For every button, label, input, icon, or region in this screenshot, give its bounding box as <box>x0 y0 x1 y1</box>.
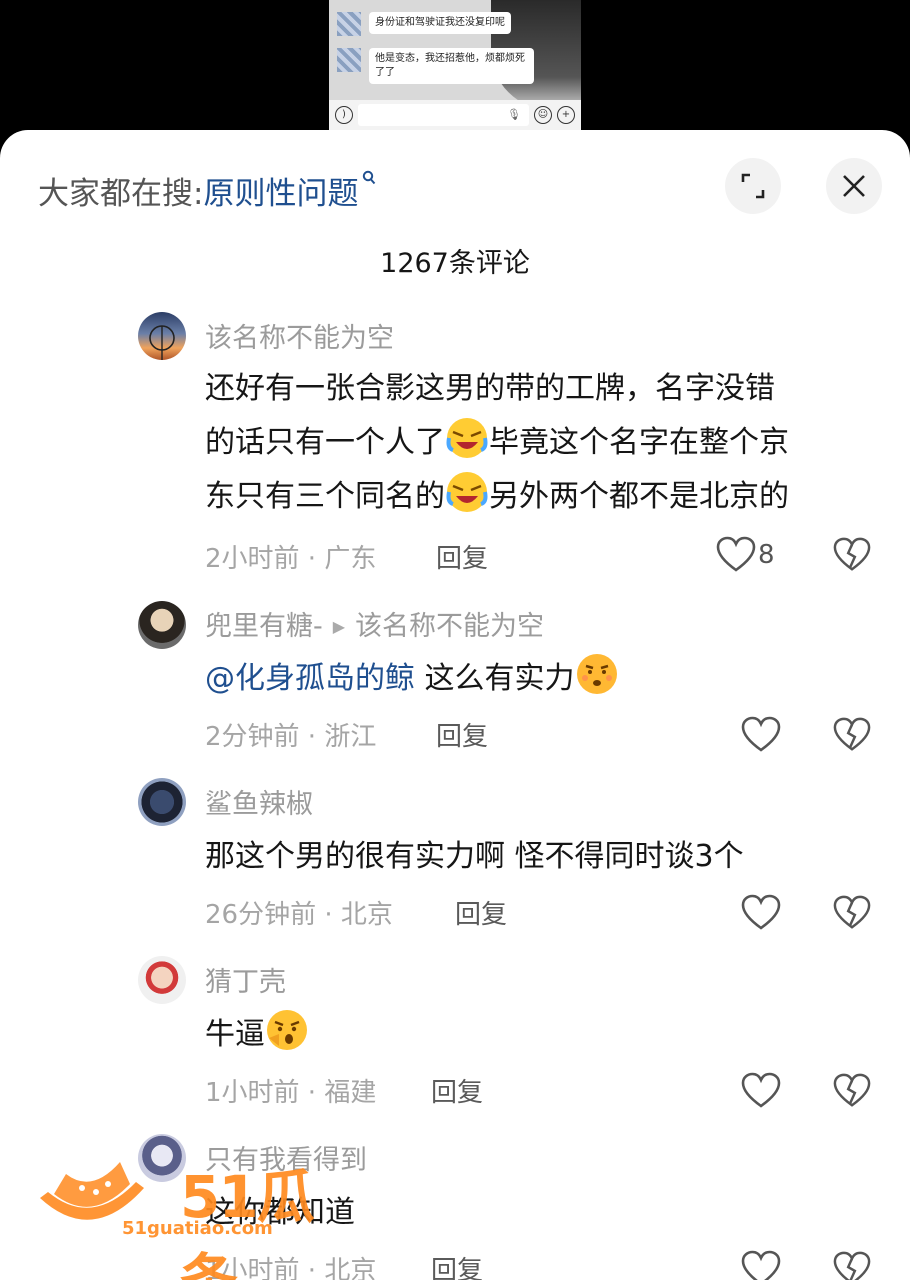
search-suggestion[interactable]: 大家都在搜: 原则性问题 <box>38 168 376 213</box>
dislike-button[interactable] <box>833 716 871 758</box>
reply-button[interactable]: 回复 <box>431 1072 483 1109</box>
close-button[interactable] <box>826 158 882 214</box>
close-icon <box>843 175 865 197</box>
comment-time-location: 2分钟前 · 浙江 <box>205 722 377 752</box>
comment-text-line: 还好有一张合影这男的带的工牌，名字没错 <box>205 371 775 406</box>
comment-text-line: 这么有实力 <box>424 661 575 696</box>
search-keyword[interactable]: 原则性问题 <box>203 168 358 213</box>
laughing-crying-emoji-icon <box>445 470 489 514</box>
chat-bubble: 身份证和驾驶证我还没复印呢 <box>369 12 511 34</box>
dislike-button[interactable] <box>833 894 871 936</box>
avatar <box>337 48 361 72</box>
plus-icon: + <box>557 106 575 124</box>
expand-button[interactable] <box>725 158 781 214</box>
avatar[interactable] <box>138 778 186 826</box>
comment-text-line: 另外两个都不是北京的 <box>489 479 789 514</box>
avatar[interactable] <box>138 956 186 1004</box>
comment-time-location: 1小时前 · 福建 <box>205 1078 377 1108</box>
comment-sheet: 大家都在搜: 原则性问题 1267条评论 该名称不能为空 还好有一张合影这男的带… <box>0 130 910 1280</box>
comment-username[interactable]: 鲨鱼辣椒 <box>205 782 313 821</box>
comment-text: 还好有一张合影这男的带的工牌，名字没错 的话只有一个人了 毕竟这个名字在整个京 东… <box>205 362 875 524</box>
like-button[interactable] <box>741 1072 781 1110</box>
comment-username[interactable]: 该名称不能为空 <box>205 316 394 355</box>
watermark: 51瓜条 51guatiao.com <box>32 1150 332 1280</box>
comment-username[interactable]: 猜丁壳 <box>205 960 286 999</box>
mic-icon: 🎙 <box>507 108 521 121</box>
watermark-url: 51guatiao.com <box>122 1218 273 1239</box>
search-prefix: 大家都在搜: <box>38 176 204 212</box>
comment-time-location: 26分钟前 · 北京 <box>205 900 393 930</box>
chat-input-bar: ) 🎙 ☺ + <box>329 100 581 130</box>
broken-heart-icon <box>833 895 871 929</box>
comment-text-line: 的话只有一个人了 <box>205 425 445 460</box>
comment-text: 牛逼 <box>205 1008 875 1062</box>
like-button[interactable] <box>741 894 781 932</box>
heart-icon <box>741 1072 781 1108</box>
dislike-button[interactable] <box>833 536 871 578</box>
like-button[interactable] <box>741 1250 781 1280</box>
avatar <box>337 12 361 36</box>
broken-heart-icon <box>833 1251 871 1280</box>
dislike-button[interactable] <box>833 1072 871 1114</box>
avatar[interactable] <box>138 601 186 649</box>
comment-username[interactable]: 兜里有糖- ▶ 该名称不能为空 <box>205 604 544 643</box>
reply-to-username[interactable]: 该名称不能为空 <box>355 611 544 642</box>
comment-text-line: 东只有三个同名的 <box>205 479 445 514</box>
comment-count: 1267条评论 <box>380 248 530 279</box>
reply-button[interactable]: 回复 <box>436 716 488 753</box>
chat-bubble: 他是变态，我还招惹他，烦都烦死了了 <box>369 48 534 84</box>
chat-message: 他是变态，我还招惹他，烦都烦死了了 <box>337 48 534 84</box>
comment-time-location: 2小时前 · 广东 <box>205 544 377 574</box>
video-preview[interactable]: 身份证和驾驶证我还没复印呢 他是变态，我还招惹他，烦都烦死了了 ) 🎙 ☺ + <box>329 0 581 130</box>
broken-heart-icon <box>833 537 871 571</box>
reply-button[interactable]: 回复 <box>436 538 488 575</box>
dislike-button[interactable] <box>833 1250 871 1280</box>
mention-link[interactable]: @化身孤岛的鲸 <box>205 661 415 696</box>
chat-input-field: 🎙 <box>358 104 529 126</box>
voice-icon: ) <box>335 106 353 124</box>
avatar[interactable] <box>138 312 186 360</box>
comment-text: @化身孤岛的鲸 这么有实力 <box>205 652 875 706</box>
broken-heart-icon <box>833 717 871 751</box>
heart-icon <box>741 894 781 930</box>
laughing-crying-emoji-icon <box>445 416 489 460</box>
comment-username-text[interactable]: 兜里有糖- <box>205 611 323 642</box>
like-button[interactable] <box>741 716 781 754</box>
reply-arrow-icon: ▶ <box>332 617 346 636</box>
search-icon <box>362 170 376 190</box>
comment-text-line: 毕竟这个名字在整个京 <box>489 425 789 460</box>
chat-message: 身份证和驾驶证我还没复印呢 <box>337 12 511 36</box>
like-count: 8 <box>758 540 775 570</box>
smirk-emoji-icon <box>575 652 619 696</box>
shocked-emoji-icon <box>265 1008 309 1052</box>
reply-button[interactable]: 回复 <box>455 894 507 931</box>
heart-icon <box>741 716 781 752</box>
expand-icon <box>741 173 765 199</box>
reply-button[interactable]: 回复 <box>431 1250 483 1280</box>
comment-text-line: 牛逼 <box>205 1017 265 1052</box>
emoji-icon: ☺ <box>534 106 552 124</box>
comment-text: 那这个男的很有实力啊 怪不得同时谈3个 <box>205 839 744 874</box>
like-button[interactable]: 8 <box>716 536 775 574</box>
watermark-logo-text: 51瓜条 <box>180 1163 315 1280</box>
heart-icon <box>716 536 756 572</box>
broken-heart-icon <box>833 1073 871 1107</box>
heart-icon <box>741 1250 781 1280</box>
